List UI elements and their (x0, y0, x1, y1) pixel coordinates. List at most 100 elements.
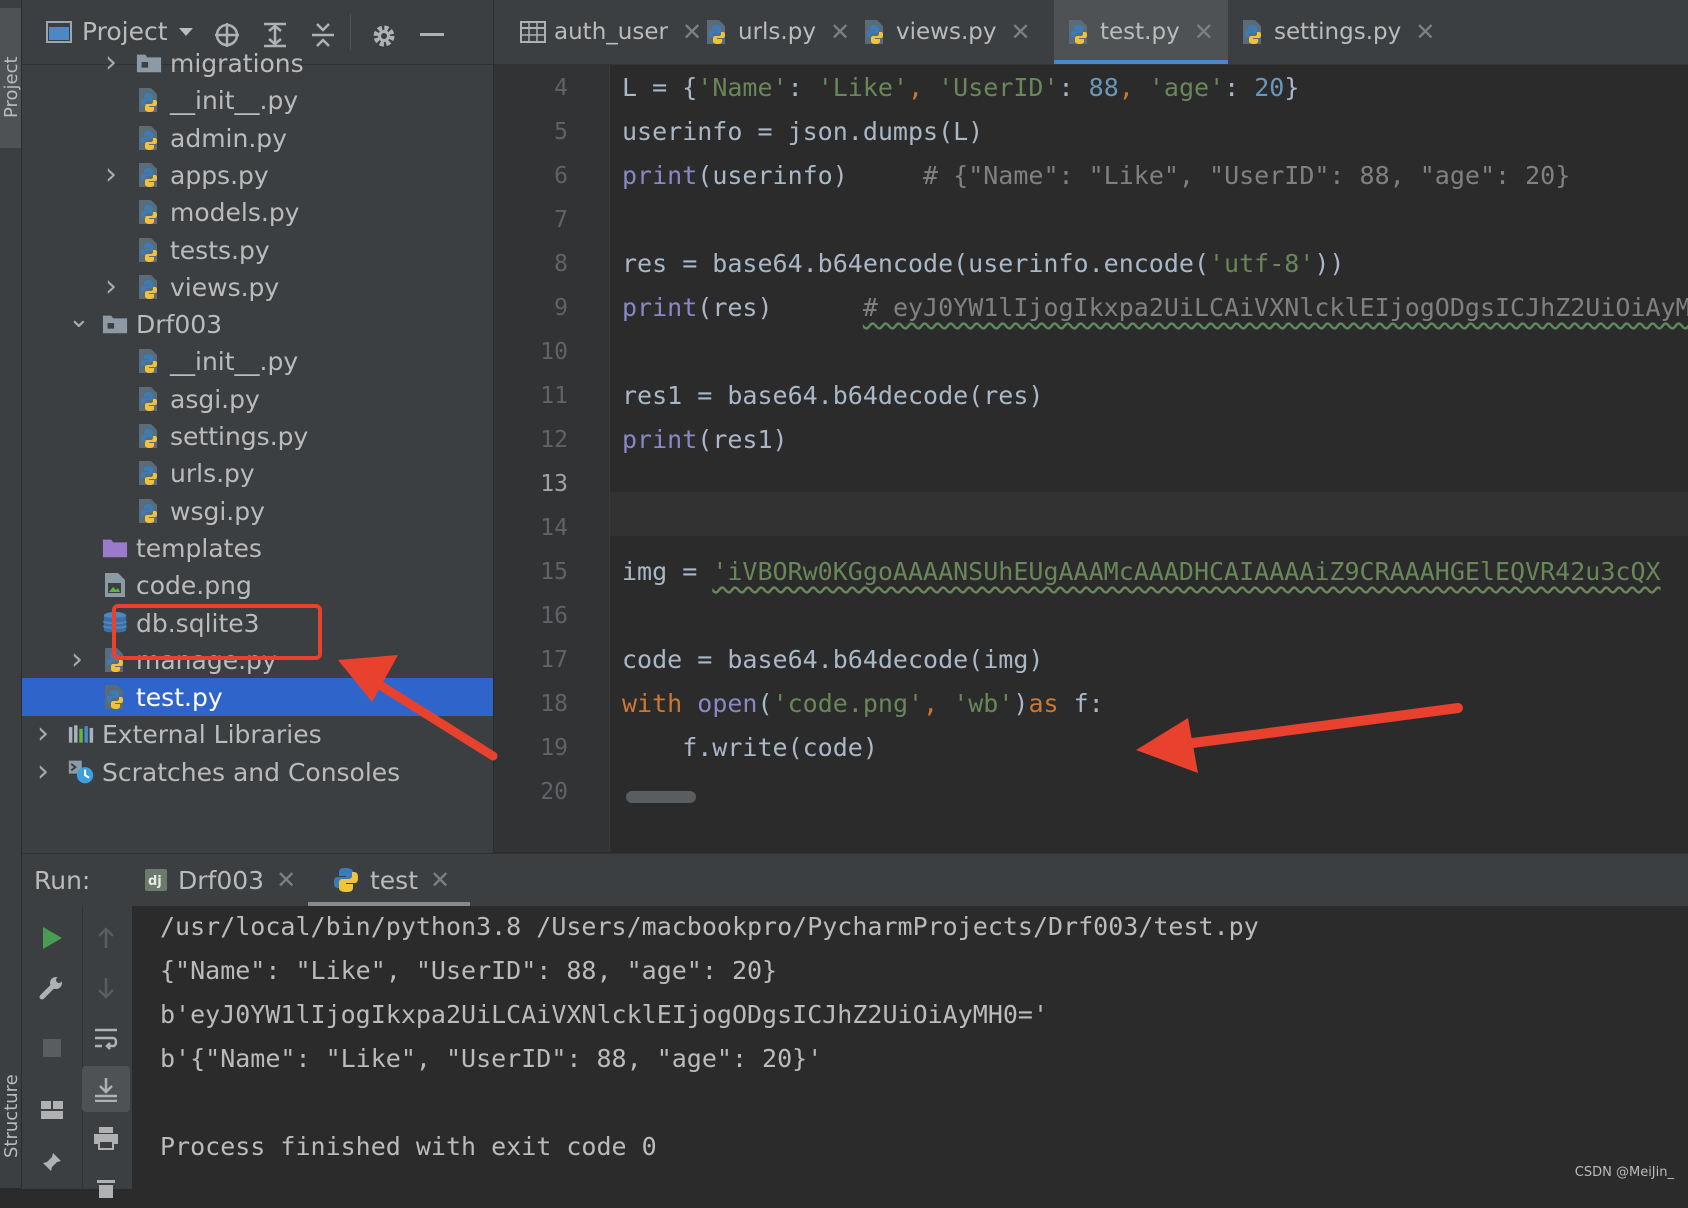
close-icon[interactable]: ✕ (1415, 18, 1435, 46)
tree-item-label: __init__.py (170, 346, 299, 376)
tree-item-label: test.py (136, 682, 223, 712)
pin-button[interactable] (32, 1142, 72, 1182)
tree-item-label: wsgi.py (170, 496, 265, 526)
python-file-icon (139, 461, 157, 485)
tab-test-py[interactable]: test.py ✕ (1054, 0, 1228, 64)
chevron-right-icon[interactable]: › (102, 272, 120, 302)
tree-item-migrations[interactable]: › migrations (22, 50, 493, 82)
tree-item-wsgi-py[interactable]: wsgi.py (22, 492, 493, 530)
tree-item-label: templates (136, 533, 262, 563)
chevron-right-icon[interactable]: › (102, 160, 120, 190)
console-output[interactable]: /usr/local/bin/python3.8 /Users/macbookp… (132, 906, 1688, 1189)
tree-item-asgi-py[interactable]: asgi.py (22, 380, 493, 418)
run-panel: Run: dj Drf003 ✕ test ✕ /usr/local/bin/p… (22, 853, 1688, 1198)
project-tree: › migrations __init__.py admin.py › apps.py mo… (22, 50, 493, 853)
minimize-icon[interactable] (420, 33, 444, 37)
code-line-4: L = {'Name': 'Like', 'UserID': 88, 'age'… (622, 73, 1300, 102)
python-file-icon (105, 685, 123, 709)
python-file-icon (139, 424, 157, 448)
locate-target-icon[interactable] (214, 22, 240, 48)
tree-item-views-py[interactable]: › views.py (22, 268, 493, 306)
tab-views-py[interactable]: views.py ✕ (850, 0, 1045, 64)
tree-item-admin-py[interactable]: admin.py (22, 119, 493, 157)
print-button[interactable] (86, 1118, 126, 1158)
dropdown-arrow-icon (178, 27, 193, 36)
line-number: 8 (554, 251, 568, 277)
chevron-right-icon[interactable]: › (34, 719, 52, 749)
line-number: 12 (540, 427, 568, 453)
line-number: 17 (540, 647, 568, 673)
tab-urls-py[interactable]: urls.py ✕ (692, 0, 864, 64)
scroll-to-end-button[interactable] (82, 1066, 130, 1112)
line-number: 7 (554, 207, 568, 233)
watermark: CSDN @MeiJin_ (1574, 1165, 1674, 1180)
tree-item-urls-py[interactable]: urls.py (22, 454, 493, 492)
tree-item-apps-py[interactable]: › apps.py (22, 156, 493, 194)
console-line: b'{"Name": "Like", "UserID": 88, "age": … (160, 1044, 823, 1073)
close-icon[interactable]: ✕ (1194, 18, 1214, 46)
rerun-button[interactable] (32, 918, 72, 958)
tab-settings-py[interactable]: settings.py ✕ (1228, 0, 1449, 64)
line-number: 4 (554, 75, 568, 101)
chevron-down-icon[interactable]: ⌄ (68, 306, 90, 333)
line-number: 14 (540, 515, 568, 541)
tree-item-label: code.png (136, 570, 252, 600)
expand-all-icon[interactable] (262, 22, 288, 48)
close-icon[interactable]: ✕ (830, 18, 850, 46)
tab-label: auth_user (554, 19, 668, 45)
project-tool-window-button[interactable]: Project (0, 8, 22, 148)
tree-item-code-png[interactable]: code.png (22, 566, 493, 604)
python-file-icon (707, 20, 725, 44)
layout-button[interactable] (32, 1090, 72, 1130)
tree-item-templates[interactable]: templates (22, 529, 493, 567)
gutter-divider (609, 65, 610, 852)
horizontal-scrollbar-thumb[interactable] (626, 791, 696, 803)
gear-icon[interactable] (370, 22, 398, 50)
tree-item-init-py[interactable]: __init__.py (22, 81, 493, 119)
chevron-right-icon[interactable]: › (102, 50, 120, 78)
run-tab-test[interactable]: test ✕ (308, 854, 471, 906)
arrow-down-icon (98, 978, 114, 999)
tree-item-external-libraries[interactable]: › External Libraries (22, 715, 493, 753)
project-window-icon (46, 20, 72, 43)
tree-item-scratches-and-consoles[interactable]: › Scratches and Consoles (22, 753, 493, 791)
tree-item-test-py[interactable]: test.py (22, 678, 493, 716)
code-line-11: res1 = base64.b64decode(res) (622, 381, 1044, 410)
console-line: Process finished with exit code 0 (160, 1132, 657, 1161)
soft-wrap-icon (95, 1028, 118, 1050)
tree-item-label: models.py (170, 197, 300, 227)
tab-auth-user[interactable]: auth_user ✕ (508, 0, 716, 64)
scroll-down-button[interactable] (86, 968, 126, 1008)
tree-item-drf003[interactable]: ⌄ Drf003 (22, 305, 493, 343)
python-file-icon (1243, 20, 1261, 44)
stop-button[interactable] (32, 1028, 72, 1068)
project-strip-label: Project (1, 56, 22, 118)
chevron-right-icon[interactable]: › (68, 645, 86, 675)
close-icon[interactable]: ✕ (1010, 18, 1030, 46)
settings-button[interactable] (32, 968, 72, 1008)
close-icon[interactable]: ✕ (430, 866, 450, 894)
soft-wrap-button[interactable] (86, 1018, 126, 1058)
delete-button[interactable] (86, 1168, 126, 1208)
scratches-icon (68, 760, 94, 784)
tab-label: views.py (896, 19, 997, 45)
collapse-all-icon[interactable] (310, 22, 336, 48)
chevron-right-icon[interactable]: › (34, 757, 52, 787)
tree-item-models-py[interactable]: models.py (22, 193, 493, 231)
tree-item-tests-py[interactable]: tests.py (22, 231, 493, 269)
code-editor[interactable]: 4 5 6 7 8 9 10 11 12 13 14 15 16 17 18 19 20 L = {'Name'… (494, 65, 1688, 852)
line-number: 5 (554, 119, 568, 145)
line-number: 15 (540, 559, 568, 585)
close-icon[interactable]: ✕ (276, 866, 296, 894)
scroll-up-button[interactable] (86, 918, 126, 958)
run-tab-drf003[interactable]: dj Drf003 ✕ (130, 854, 310, 906)
python-file-icon (139, 126, 157, 150)
run-panel-header: Run: dj Drf003 ✕ test ✕ (22, 854, 1688, 906)
python-file-icon (139, 238, 157, 262)
structure-tool-window-button[interactable]: Structure (0, 1030, 22, 1160)
run-tab-label: test (370, 865, 419, 895)
project-view-selector[interactable]: Project (46, 17, 194, 46)
tree-item-init-py[interactable]: __init__.py (22, 342, 493, 380)
tree-item-settings-py[interactable]: settings.py (22, 417, 493, 455)
tree-item-label: apps.py (170, 160, 269, 190)
